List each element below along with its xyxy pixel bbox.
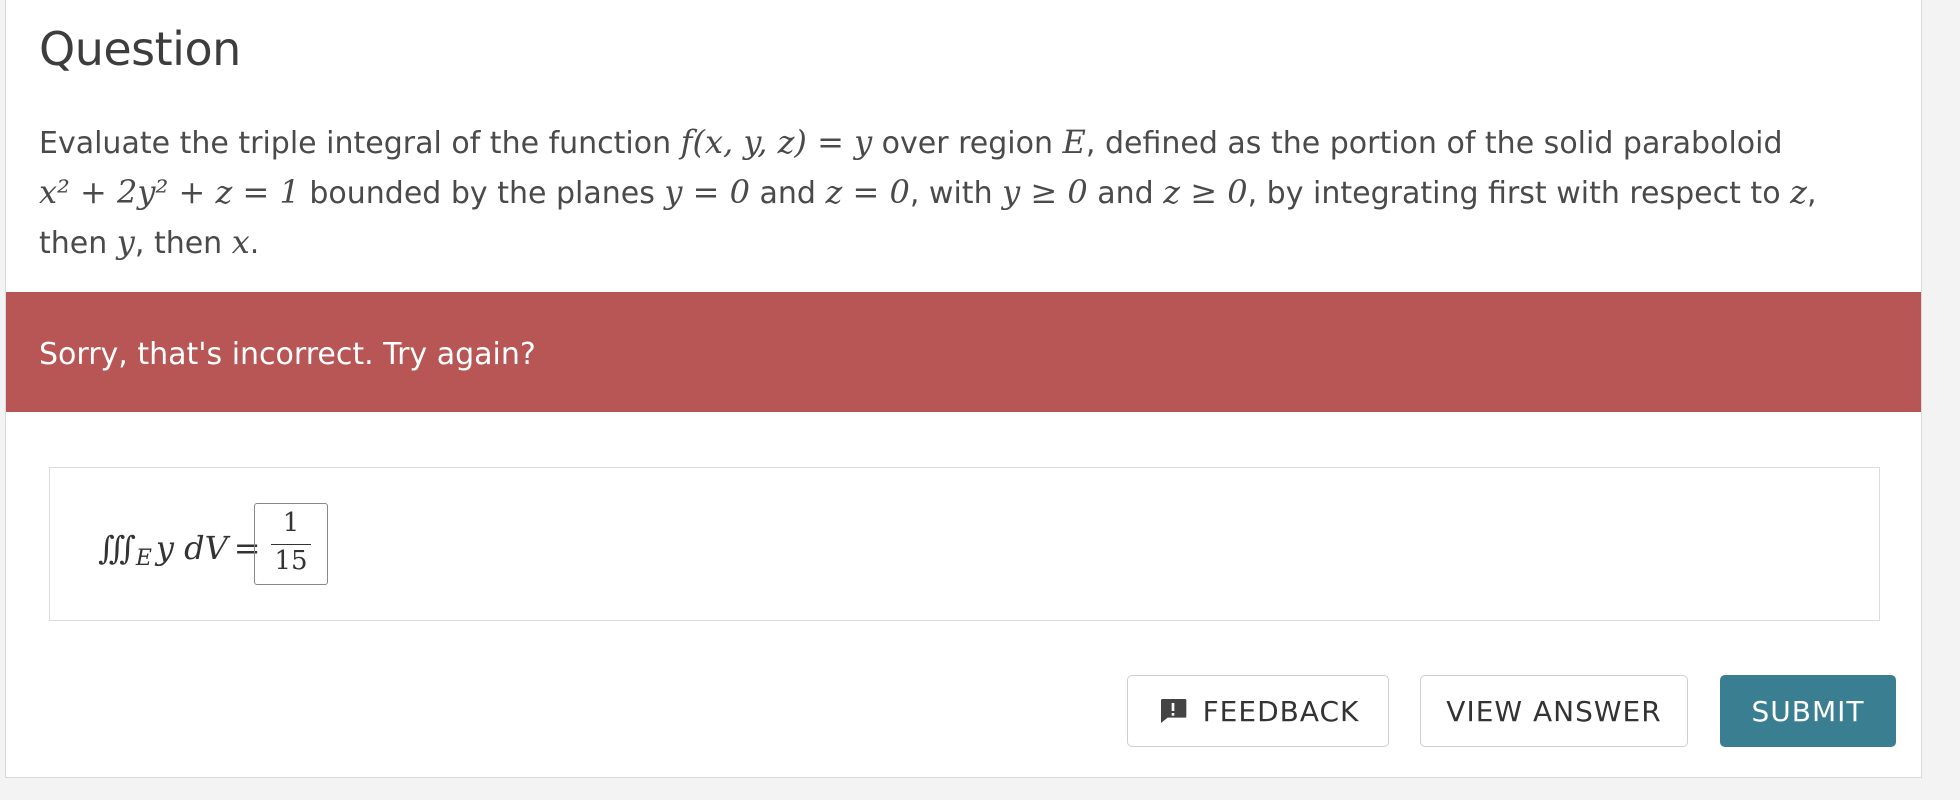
prompt-text: , then (134, 226, 232, 261)
region-subscript: E (135, 545, 152, 571)
math-paraboloid: x² + 2y² + z = 1 (39, 173, 300, 211)
prompt-text: , by integrating first with respect to (1247, 176, 1791, 211)
prompt-text: bounded by the planes (299, 176, 665, 211)
submit-button[interactable]: SUBMIT (1720, 675, 1896, 747)
view-answer-button[interactable]: VIEW ANSWER (1420, 675, 1688, 747)
math-region: E (1062, 123, 1086, 161)
answer-input[interactable]: 1 15 (254, 503, 328, 585)
prompt-text: , defined as the portion of the solid pa… (1085, 126, 1783, 161)
error-banner: Sorry, that's incorrect. Try again? (6, 292, 1921, 412)
math-f: f (680, 123, 693, 161)
fraction-numerator: 1 (282, 508, 300, 538)
question-prompt: Evaluate the triple integral of the func… (39, 118, 1839, 268)
prompt-text: and (1087, 176, 1164, 211)
fraction-bar (271, 544, 311, 545)
triple-integral-symbol: ∭ (98, 529, 136, 567)
prompt-text: over region (872, 126, 1063, 161)
prompt-text: and (749, 176, 826, 211)
integral-expression: ∭ E y dV = (98, 518, 267, 578)
math-z0: z = 0 (825, 173, 910, 211)
math-y0: y = 0 (664, 173, 750, 211)
prompt-text: , with (909, 176, 1003, 211)
feedback-label: FEEDBACK (1202, 694, 1360, 728)
answer-area: ∭ E y dV = 1 15 (49, 467, 1880, 621)
prompt-text: . (249, 226, 260, 261)
feedback-icon (1160, 699, 1186, 723)
view-answer-label: VIEW ANSWER (1446, 694, 1662, 728)
math-args: (x, y, z) = y (692, 123, 873, 161)
math-z: z (1790, 173, 1807, 211)
math-x: x (231, 223, 250, 261)
prompt-text: , (1806, 176, 1817, 211)
prompt-text: Evaluate the triple integral of the func… (39, 126, 681, 161)
math-y: y (116, 223, 135, 261)
prompt-text: then (39, 226, 117, 261)
question-card: Question Evaluate the triple integral of… (5, 0, 1922, 778)
fraction-denominator: 15 (274, 546, 308, 576)
math-yge: y ≥ 0 (1002, 173, 1088, 211)
integrand: y dV (155, 529, 228, 567)
math-zge: z ≥ 0 (1163, 173, 1248, 211)
page-title: Question (39, 22, 241, 76)
feedback-button[interactable]: FEEDBACK (1127, 675, 1389, 747)
error-message: Sorry, that's incorrect. Try again? (39, 337, 536, 372)
submit-label: SUBMIT (1751, 694, 1865, 728)
